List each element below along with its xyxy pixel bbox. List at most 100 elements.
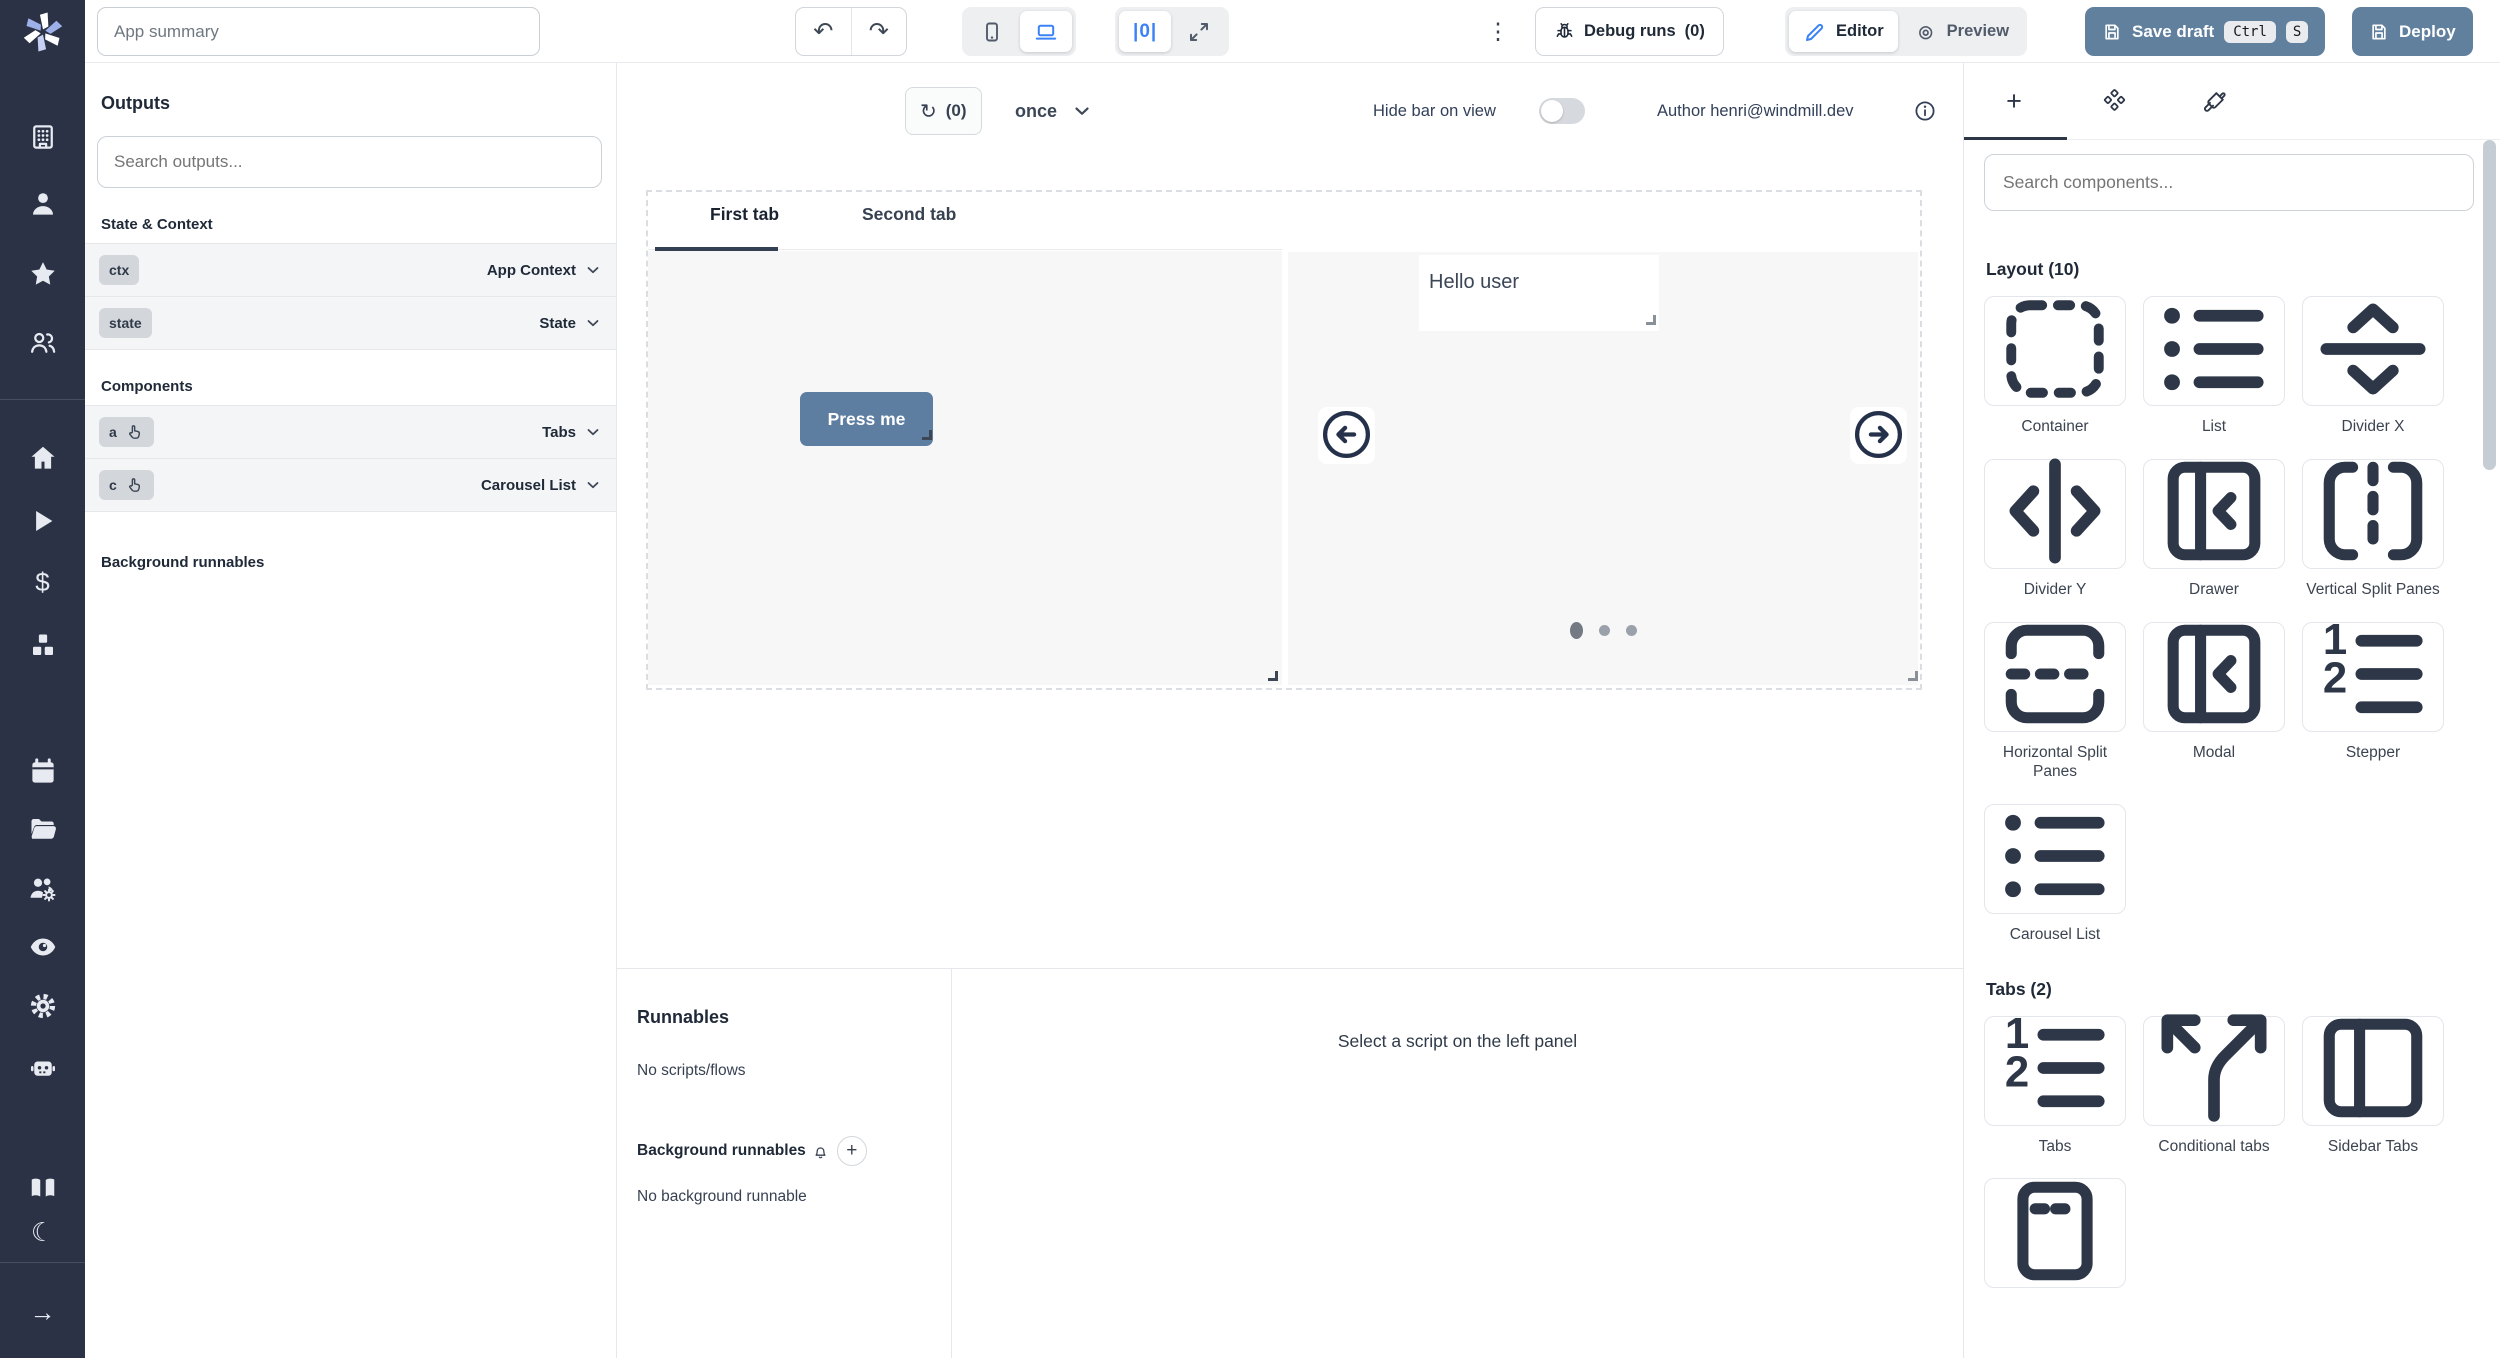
info-icon[interactable] [1913,99,1937,123]
carousel-dot[interactable] [1626,625,1637,636]
tab-insert-component[interactable]: + [1964,63,2064,139]
save-draft-label: Save draft [2132,22,2214,42]
add-background-runnable-button[interactable]: + [837,1136,867,1166]
search-components-input[interactable] [1984,154,2474,211]
component-card-drawer[interactable]: Drawer [2143,459,2285,600]
component-card-tabs[interactable]: 12 Tabs [1984,1016,2126,1157]
hide-bar-toggle[interactable] [1539,98,1585,124]
dark-mode-moon-icon[interactable]: ☾ [28,1217,58,1247]
deploy-button[interactable]: Deploy [2352,7,2473,56]
ai-robot-icon[interactable] [28,1053,58,1083]
component-card-invisible-tabs[interactable] [1984,1178,2126,1300]
tabs-icon: 12 [1985,998,2125,1143]
chevron-down-icon[interactable] [584,314,602,332]
output-row-component-a[interactable]: a Tabs [85,406,616,459]
component-card-divider-y[interactable]: Divider Y [1984,459,2126,600]
component-card-modal[interactable]: Modal [2143,622,2285,782]
runnable-detail: Select a script on the left panel [952,969,1963,1358]
carousel-dot[interactable] [1599,625,1610,636]
app-canvas: ↻ (0) once Hide bar on view Author henri… [617,63,1963,968]
refresh-button[interactable]: ↻ (0) [905,87,982,135]
search-outputs-input[interactable] [97,136,602,188]
top-toolbar: ↶ ↷ |0| ⋮ Debug runs (0) Editor ◎ Previe… [85,0,2500,63]
resize-handle[interactable] [922,430,932,440]
folders-icon[interactable] [28,814,58,844]
workers-icon[interactable] [28,874,58,904]
debug-runs-button[interactable]: Debug runs (0) [1535,7,1724,56]
chevron-down-icon[interactable] [584,476,602,494]
preview-tab[interactable]: ◎ Preview [1900,11,2023,52]
schedule-dropdown[interactable]: once [1015,87,1093,135]
component-card-conditional-tabs[interactable]: Conditional tabs [2143,1016,2285,1157]
component-card-divider-x[interactable]: Divider X [2302,296,2444,437]
chevron-down-icon[interactable] [584,261,602,279]
press-me-button[interactable]: Press me [800,392,933,446]
carousel-component[interactable]: Hello user [1288,252,1918,685]
home-icon[interactable] [28,443,58,473]
state-context-title: State & Context [101,216,600,233]
canvas-tab-first[interactable]: First tab [710,204,779,225]
windmill-app-editor: $ ☾ → ↶ ↷ |0| ⋮ Debug runs (0) [0,0,2500,1358]
app-summary-input[interactable] [97,7,540,56]
tab-styling[interactable] [2164,63,2264,139]
favorites-star-icon[interactable] [28,259,58,289]
settings-gear-icon[interactable] [28,991,58,1021]
diamonds-icon [2102,89,2127,114]
more-menu-button[interactable]: ⋮ [1483,7,1513,56]
schedules-calendar-icon[interactable] [28,757,58,787]
audit-eye-icon[interactable] [28,932,58,962]
carousel-prev-button[interactable] [1318,407,1375,464]
user-icon[interactable] [28,189,58,219]
mobile-view-button[interactable] [966,11,1018,52]
component-card-stepper[interactable]: 12 Stepper [2302,622,2444,782]
component-card-sidebar-tabs[interactable]: Sidebar Tabs [2302,1016,2444,1157]
docs-books-icon[interactable] [28,1173,58,1203]
windmill-logo-icon[interactable] [20,9,66,55]
save-draft-button[interactable]: Save draft Ctrl S [2085,7,2325,56]
outputs-title: Outputs [101,93,600,114]
resize-handle[interactable] [1646,315,1656,325]
component-card-carousel-list[interactable]: Carousel List [1984,804,2126,945]
tab-component-settings[interactable] [2064,63,2164,139]
deploy-label: Deploy [2399,22,2456,42]
component-card-horizontal-split[interactable]: Horizontal Split Panes [1984,622,2126,782]
text-component[interactable]: Hello user [1419,255,1659,331]
canvas-tab-second[interactable]: Second tab [862,204,956,225]
desktop-view-button[interactable] [1020,11,1072,52]
refresh-count: (0) [946,101,967,121]
carousel-next-button[interactable] [1850,407,1907,464]
scrollbar-thumb[interactable] [2483,140,2496,470]
tabs-component-body[interactable] [648,251,1282,685]
brush-icon [2202,89,2227,114]
resize-handle[interactable] [1908,671,1918,681]
chevron-down-icon[interactable] [584,423,602,441]
component-card-list[interactable]: List [2143,296,2285,437]
output-row-state[interactable]: state State [85,297,616,350]
debug-runs-label: Debug runs [1584,22,1676,41]
output-row-component-c[interactable]: c Carousel List [85,459,616,512]
resize-handle[interactable] [1268,671,1278,681]
resources-icon[interactable] [28,631,58,661]
undo-button[interactable]: ↶ [796,8,851,55]
expand-rail-arrow-icon[interactable]: → [28,1297,58,1327]
carousel-dot[interactable] [1570,622,1583,639]
carousel-list-icon [1985,786,2125,931]
workspace-icon[interactable] [28,122,58,152]
fullwidth-button[interactable] [1173,11,1225,52]
expand-icon [1187,20,1211,44]
runnables-list: Runnables No scripts/flows Background ru… [617,969,952,1358]
component-card-vertical-split[interactable]: Vertical Split Panes [2302,459,2444,600]
groups-icon[interactable] [28,328,58,358]
runs-play-icon[interactable] [28,506,58,536]
divider-x-icon [2303,279,2443,424]
redo-button[interactable]: ↷ [851,8,907,55]
svg-text:2: 2 [2005,1048,2029,1097]
carousel-dots [1288,622,1918,639]
phone-icon [980,20,1004,44]
editor-tab[interactable]: Editor [1789,11,1898,52]
output-row-ctx[interactable]: ctx App Context [85,244,616,297]
component-card-container[interactable]: Container [1984,296,2126,437]
sidebar-tabs-icon [2303,998,2443,1143]
center-content-button[interactable]: |0| [1119,11,1171,52]
variables-dollar-icon[interactable]: $ [28,567,58,597]
